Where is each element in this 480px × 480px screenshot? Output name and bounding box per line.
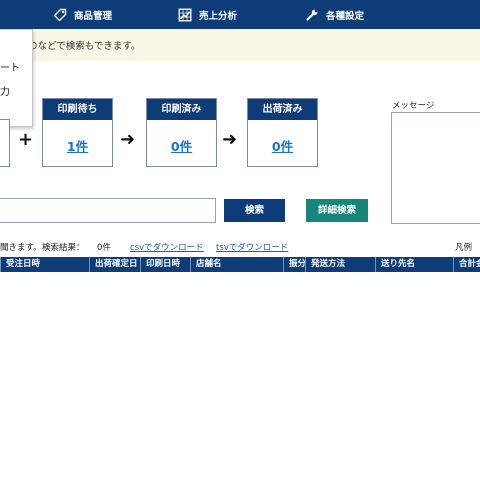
status-card-title: 出荷済み	[248, 99, 317, 120]
column-header-store-name[interactable]: 店舗名	[190, 257, 283, 272]
orders-table-header: 受注日時 出荷確定日 印刷日時 店舗名 振分 発送方法 送り先名 合計金	[0, 257, 480, 272]
column-header-print-date[interactable]: 印刷日時	[140, 257, 190, 272]
advanced-search-button[interactable]: 詳細検索	[306, 199, 368, 222]
message-label: メッセージ	[392, 101, 435, 111]
column-header-allocation[interactable]: 振分	[283, 257, 305, 272]
nav-item-label: 商品管理	[74, 10, 113, 22]
message-box[interactable]	[391, 112, 480, 224]
csv-download-link[interactable]: csvでダウンロード	[130, 241, 204, 253]
notice-text: のなどで検索もできます。	[28, 41, 141, 52]
status-card-partial	[0, 119, 10, 167]
status-card-title: 印刷待ち	[43, 99, 112, 120]
status-card-printed: 印刷済み 0件	[146, 98, 217, 167]
top-navigation: 商品管理 売上分析 各種設定	[0, 0, 480, 29]
column-header-recipient[interactable]: 送り先名	[375, 257, 453, 272]
arrow-right-icon: ➜	[120, 129, 136, 150]
results-hint: 聞きます。	[0, 243, 42, 253]
search-button[interactable]: 検索	[224, 199, 285, 222]
status-card-print-pending: 印刷待ち 1件	[42, 98, 113, 167]
nav-item-label: 売上分析	[199, 10, 238, 22]
results-count: 0件	[97, 243, 111, 253]
dropdown-menu: ート 力	[0, 29, 33, 127]
nav-item-products[interactable]: 商品管理	[53, 0, 112, 29]
search-input[interactable]	[0, 198, 216, 223]
results-count-label: 検索結果：	[42, 243, 85, 253]
wrench-icon	[306, 9, 318, 21]
column-header-shipping-method[interactable]: 発送方法	[305, 257, 375, 272]
column-header-total[interactable]: 合計金	[453, 257, 480, 272]
nav-item-sales-analysis[interactable]: 売上分析	[178, 0, 237, 29]
legend-link[interactable]: 凡例	[455, 241, 472, 253]
tag-icon	[53, 8, 67, 21]
column-header-ship-date[interactable]: 出荷確定日	[89, 257, 140, 272]
notice-bar: のなどで検索もできます。	[0, 29, 480, 61]
nav-item-settings[interactable]: 各種設定	[305, 0, 364, 29]
printed-count-link[interactable]: 0件	[147, 136, 216, 155]
nav-item-label: 各種設定	[326, 10, 365, 22]
status-card-shipped: 出荷済み 0件	[247, 98, 318, 167]
dropdown-item[interactable]: 力	[0, 83, 10, 98]
status-card-title: 印刷済み	[147, 99, 216, 120]
shipped-count-link[interactable]: 0件	[248, 136, 317, 155]
arrow-right-icon: ➜	[222, 129, 238, 150]
tsv-download-link[interactable]: tsvでダウンロード	[216, 241, 288, 253]
chart-icon	[178, 8, 192, 21]
column-header-order-date[interactable]: 受注日時	[0, 257, 89, 272]
plus-sign: +	[18, 129, 34, 150]
results-info: 聞きます。 検索結果： 0件 csvでダウンロード tsvでダウンロード 凡例	[0, 241, 480, 253]
dropdown-item[interactable]: ート	[0, 59, 20, 74]
print-pending-count-link[interactable]: 1件	[43, 136, 112, 155]
